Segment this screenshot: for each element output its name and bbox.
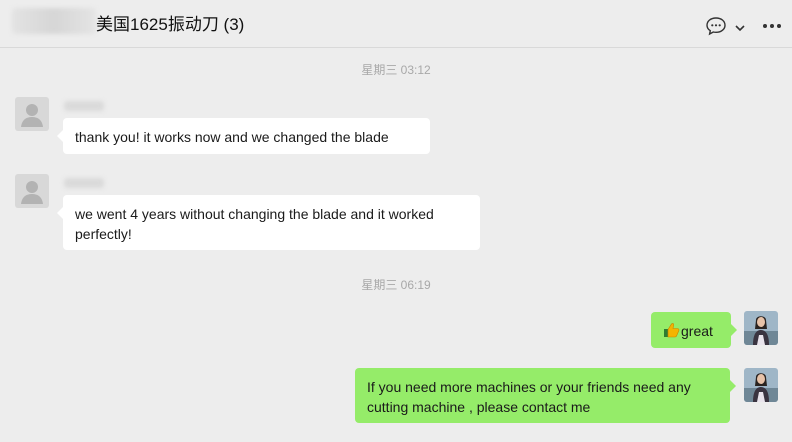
timestamp: 星期三 06:19 xyxy=(361,278,431,292)
user-photo-avatar xyxy=(744,311,778,345)
blurred-sender-name xyxy=(64,101,104,111)
blurred-contact-name xyxy=(12,8,96,34)
user-avatar[interactable] xyxy=(744,368,778,402)
default-avatar-icon xyxy=(21,181,43,204)
default-avatar-icon xyxy=(21,104,43,127)
message-text: thank you! it works now and we changed t… xyxy=(75,129,389,145)
more-icon[interactable] xyxy=(761,16,783,36)
chevron-down-icon[interactable] xyxy=(733,18,747,38)
avatar[interactable] xyxy=(15,174,49,208)
message-text: If you need more machines or your friend… xyxy=(367,379,691,415)
message-text: great xyxy=(681,323,713,339)
user-avatar[interactable] xyxy=(744,311,778,345)
message-bubble[interactable]: thank you! it works now and we changed t… xyxy=(57,118,430,154)
message-bubble[interactable]: great xyxy=(651,312,737,348)
message-text: we went 4 years without changing the bla… xyxy=(75,206,434,242)
message-bubble[interactable]: If you need more machines or your friend… xyxy=(355,368,736,423)
blurred-sender-name xyxy=(64,178,104,188)
user-photo-avatar xyxy=(744,368,778,402)
thumbs-up-icon xyxy=(664,323,680,338)
avatar[interactable] xyxy=(15,97,49,131)
message-bubble[interactable]: we went 4 years without changing the bla… xyxy=(57,195,480,250)
chat-bubble-icon[interactable] xyxy=(705,16,727,36)
timestamp: 星期三 03:12 xyxy=(361,63,431,77)
chat-header: 美国1625振动刀 (3) xyxy=(0,0,792,48)
chat-title[interactable]: 美国1625振动刀 (3) xyxy=(96,10,244,35)
